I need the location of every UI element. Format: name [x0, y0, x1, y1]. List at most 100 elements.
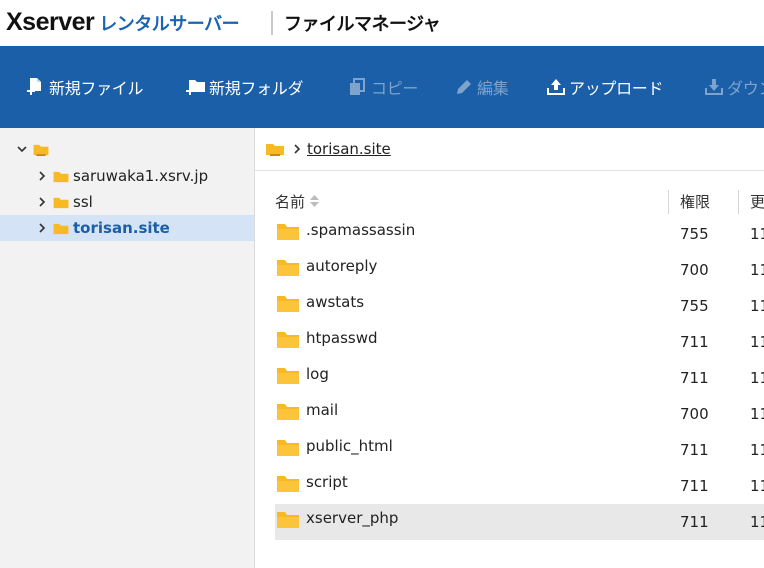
folder-icon	[53, 223, 69, 234]
file-name[interactable]: script	[306, 473, 348, 491]
file-permission: 755	[680, 297, 709, 315]
file-permission: 711	[680, 333, 709, 351]
xserver-logo[interactable]: Xserver レンタルサーバー	[6, 8, 240, 38]
file-permission: 700	[680, 405, 709, 423]
sort-icon	[310, 195, 320, 207]
new-folder-label: 新規フォルダ	[209, 79, 304, 98]
column-header-name[interactable]: 名前	[275, 186, 320, 216]
edit-label: 編集	[477, 79, 509, 98]
file-list-pane: torisan.site 名前 権限 更 .spamassassin75511a…	[255, 128, 764, 568]
copy-label: コピー	[371, 79, 419, 98]
column-divider[interactable]	[738, 190, 739, 214]
column-updated-label: 更	[750, 192, 764, 211]
download-button[interactable]: ダウン	[704, 74, 764, 100]
file-permission: 700	[680, 261, 709, 279]
file-name[interactable]: autoreply	[306, 257, 377, 275]
upload-button[interactable]: アップロード	[546, 74, 664, 100]
folder-icon	[277, 332, 299, 348]
file-name[interactable]: log	[306, 365, 329, 383]
upload-icon	[547, 79, 565, 95]
file-name[interactable]: public_html	[306, 437, 393, 455]
logo-wordmark: Xserver	[6, 8, 95, 36]
copy-icon	[350, 78, 365, 95]
table-row[interactable]: log 711 11	[275, 360, 764, 396]
column-permission-label: 権限	[680, 192, 711, 211]
table-row[interactable]: public_html 711 11	[275, 432, 764, 468]
chevron-right-icon[interactable]	[35, 169, 49, 183]
file-permission: 711	[680, 477, 709, 495]
folder-icon	[53, 171, 69, 182]
new-file-button[interactable]: 新規ファイル	[26, 74, 144, 100]
file-updated: 11	[750, 261, 764, 279]
chevron-down-icon[interactable]	[15, 142, 29, 156]
file-updated: 11	[750, 405, 764, 423]
file-updated: 11	[750, 441, 764, 459]
download-label: ダウン	[727, 79, 764, 98]
chevron-right-icon[interactable]	[35, 221, 49, 235]
upload-label: アップロード	[569, 79, 664, 98]
table-row[interactable]: htpasswd 711 11	[275, 324, 764, 360]
folder-icon	[277, 404, 299, 420]
new-file-label: 新規ファイル	[49, 79, 144, 98]
file-updated: 11	[750, 333, 764, 351]
table-row[interactable]: xserver_php 711 11	[275, 504, 764, 540]
column-header-permission[interactable]: 権限	[680, 186, 710, 216]
table-row[interactable]: script 711 11	[275, 468, 764, 504]
file-permission: 711	[680, 513, 709, 531]
file-updated: 11	[750, 513, 764, 531]
table-header: 名前 権限 更	[275, 186, 764, 216]
folder-icon	[277, 476, 299, 492]
folder-icon	[277, 224, 299, 240]
page-title: ファイルマネージャ	[284, 14, 441, 35]
root-folder-icon	[33, 144, 49, 156]
edit-button[interactable]: 編集	[454, 74, 509, 100]
file-permission: 755	[680, 225, 709, 243]
chevron-right-icon[interactable]	[35, 195, 49, 209]
tree-item-label: saruwaka1.xsrv.jp	[73, 167, 209, 185]
file-name[interactable]: mail	[306, 401, 338, 419]
table-row[interactable]: mail 700 11	[275, 396, 764, 432]
tree-item-torisan[interactable]: torisan.site	[0, 215, 254, 241]
file-updated: 11	[750, 225, 764, 243]
folder-icon	[277, 260, 299, 276]
folder-icon	[53, 197, 69, 208]
new-folder-button[interactable]: 新規フォルダ	[186, 74, 304, 100]
file-permission: 711	[680, 441, 709, 459]
tree-item-label: torisan.site	[73, 219, 170, 237]
column-header-updated[interactable]: 更	[750, 186, 764, 216]
tree-item-ssl[interactable]: ssl	[0, 189, 254, 215]
root-folder-icon[interactable]	[266, 142, 284, 156]
pencil-icon	[457, 80, 471, 94]
folder-icon	[277, 512, 299, 528]
chevron-right-icon	[294, 144, 301, 154]
file-name[interactable]: awstats	[306, 293, 364, 311]
header-divider	[271, 11, 273, 35]
copy-button[interactable]: コピー	[348, 74, 418, 100]
folder-icon	[277, 368, 299, 384]
file-name[interactable]: xserver_php	[306, 509, 398, 527]
new-folder-icon	[186, 80, 205, 95]
column-divider[interactable]	[668, 190, 669, 214]
breadcrumb-current[interactable]: torisan.site	[307, 140, 391, 158]
download-icon	[705, 79, 723, 95]
table-row[interactable]: autoreply 700 11	[275, 252, 764, 288]
logo-subtitle: レンタルサーバー	[99, 14, 240, 35]
folder-tree: saruwaka1.xsrv.jp ssl torisan.site	[0, 128, 255, 568]
folder-icon	[277, 296, 299, 312]
folder-icon	[277, 440, 299, 456]
file-name[interactable]: htpasswd	[306, 329, 378, 347]
table-row[interactable]: .spamassassin 755 11	[275, 216, 764, 252]
toolbar: 新規ファイル 新規フォルダ コピー 編集 アップロード ダウ	[0, 46, 764, 128]
file-name[interactable]: .spamassassin	[306, 221, 415, 239]
tree-item-saruwaka1[interactable]: saruwaka1.xsrv.jp	[0, 163, 254, 189]
breadcrumb: torisan.site	[255, 128, 764, 171]
table-row[interactable]: awstats 755 11	[275, 288, 764, 324]
file-updated: 11	[750, 297, 764, 315]
new-file-icon	[27, 78, 41, 95]
file-updated: 11	[750, 369, 764, 387]
app-header: Xserver レンタルサーバー ファイルマネージャ	[0, 0, 764, 46]
file-updated: 11	[750, 477, 764, 495]
column-name-label: 名前	[275, 192, 306, 211]
tree-item-label: ssl	[73, 193, 93, 211]
tree-root[interactable]	[0, 136, 254, 162]
